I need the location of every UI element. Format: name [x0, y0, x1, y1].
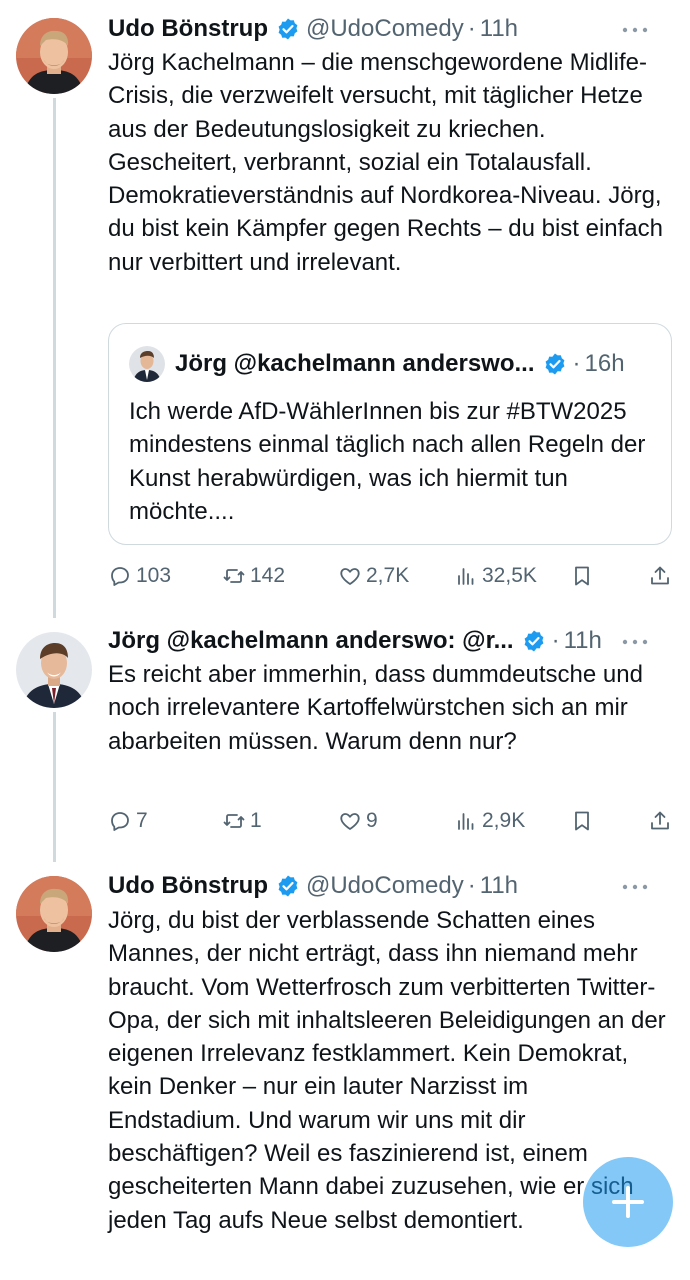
verified-badge-icon	[522, 629, 546, 653]
views-icon	[458, 568, 474, 585]
repost-button[interactable]: 1	[222, 804, 262, 838]
tweet-text: Es reicht aber immerhin, dass dummdeutsc…	[108, 661, 643, 755]
reply-count: 103	[136, 564, 172, 587]
avatar[interactable]	[16, 876, 92, 952]
quote-text: Ich werde AfD-WählerInnen bis zur #BTW20…	[129, 398, 646, 525]
bookmark-icon	[575, 566, 589, 586]
timestamp[interactable]: 11h	[480, 15, 518, 43]
repost-button[interactable]: 142	[222, 559, 285, 593]
verified-badge-icon	[276, 17, 300, 41]
author-name[interactable]: Udo Bönstrup	[108, 872, 268, 900]
repost-icon	[223, 569, 245, 583]
verified-badge-icon	[276, 874, 300, 898]
timestamp[interactable]: 11h	[480, 872, 518, 900]
bookmark-button[interactable]	[570, 804, 598, 838]
thread-line	[53, 98, 56, 618]
bookmark-icon	[575, 811, 589, 831]
compose-plus-icon	[612, 1186, 644, 1218]
reply-icon	[111, 567, 129, 586]
quote-header: Jörg @kachelmann anderswo... · 16h	[129, 346, 655, 382]
separator: ·	[572, 350, 581, 377]
tweet-actions: 103 142 2,7K 32,5K	[108, 559, 672, 593]
thread-line	[53, 712, 56, 862]
bookmark-button[interactable]	[570, 559, 598, 593]
reply-button[interactable]: 7	[108, 804, 148, 838]
tweet-header: Udo Bönstrup @UdoComedy · 11h	[108, 869, 670, 903]
tweet-actions: 7 1 9 2,9K	[108, 804, 672, 838]
more-icon[interactable]	[620, 875, 650, 899]
tweet-header: Jörg @kachelmann anderswo: @r... · 11h	[108, 624, 670, 658]
quoted-tweet[interactable]: Jörg @kachelmann anderswo... · 16h Ich w…	[108, 323, 672, 545]
repost-count: 1	[250, 809, 262, 832]
more-icon[interactable]	[620, 630, 650, 654]
compose-button[interactable]	[583, 1157, 673, 1247]
author-name[interactable]: Udo Bönstrup	[108, 15, 268, 43]
separator: ·	[467, 15, 476, 42]
like-count: 9	[366, 809, 378, 832]
quote-timestamp[interactable]: 16h	[585, 350, 625, 378]
repost-icon	[223, 814, 245, 828]
share-button[interactable]	[648, 804, 676, 838]
reply-button[interactable]: 103	[108, 559, 171, 593]
more-icon[interactable]	[620, 18, 650, 42]
verified-badge-icon	[543, 352, 567, 376]
avatar[interactable]	[16, 18, 92, 94]
like-icon	[340, 813, 360, 830]
quote-author-name[interactable]: Jörg @kachelmann anderswo...	[175, 350, 535, 378]
author-name[interactable]: Jörg @kachelmann anderswo: @r...	[108, 627, 514, 655]
like-count: 2,7K	[366, 564, 410, 587]
tweet-text: Jörg Kachelmann – die menschgewordene Mi…	[108, 49, 663, 276]
repost-count: 142	[250, 564, 286, 587]
like-button[interactable]: 9	[338, 804, 378, 838]
like-button[interactable]: 2,7K	[338, 559, 409, 593]
reply-icon	[111, 812, 129, 831]
views-button[interactable]: 2,9K	[454, 804, 525, 838]
separator: ·	[551, 627, 560, 654]
views-button[interactable]: 32,5K	[454, 559, 537, 593]
author-handle[interactable]: @UdoComedy	[306, 872, 464, 900]
reply-count: 7	[136, 809, 148, 832]
views-count: 2,9K	[482, 809, 526, 832]
tweet-text: Jörg, du bist der verblassende Schatten …	[108, 907, 666, 1234]
avatar[interactable]	[16, 632, 92, 708]
share-icon	[651, 811, 669, 830]
timestamp[interactable]: 11h	[564, 627, 602, 655]
separator: ·	[467, 872, 476, 899]
share-icon	[651, 566, 669, 585]
views-count: 32,5K	[482, 564, 537, 587]
avatar	[129, 346, 165, 382]
views-icon	[458, 813, 474, 830]
author-handle[interactable]: @UdoComedy	[306, 15, 464, 43]
tweet-header: Udo Bönstrup @UdoComedy · 11h	[108, 12, 670, 46]
like-icon	[340, 568, 360, 585]
share-button[interactable]	[648, 559, 676, 593]
